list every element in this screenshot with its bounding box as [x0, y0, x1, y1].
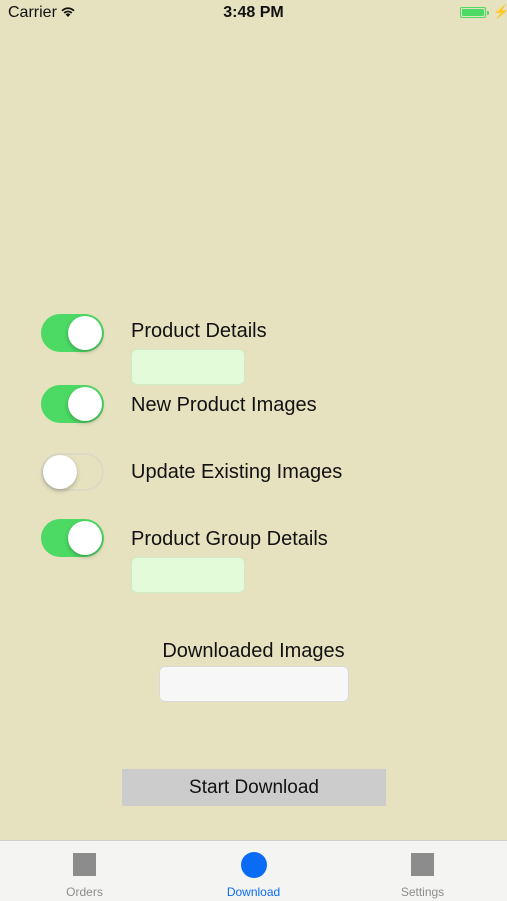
toggle-knob: [68, 521, 102, 555]
toggle-knob: [68, 387, 102, 421]
update-existing-images-toggle[interactable]: [41, 453, 104, 491]
square-icon: [73, 853, 96, 876]
tab-download-label: Download: [226, 885, 281, 899]
downloaded-images-field[interactable]: [159, 666, 349, 702]
charging-bolt-icon: ⚡: [493, 4, 507, 19]
toggle-knob: [43, 455, 77, 489]
battery-icon: [460, 7, 489, 18]
product-group-details-toggle[interactable]: [41, 519, 104, 557]
product-details-field[interactable]: [131, 349, 245, 385]
toggle-knob: [68, 316, 102, 350]
tab-orders-label: Orders: [66, 885, 103, 899]
start-download-button[interactable]: Start Download: [122, 769, 386, 806]
tab-settings-label: Settings: [400, 885, 445, 899]
new-product-images-label: New Product Images: [131, 394, 317, 416]
tab-download[interactable]: Download: [169, 841, 338, 901]
tab-orders[interactable]: Orders: [0, 841, 169, 901]
status-bar: Carrier 3:48 PM ⚡: [0, 0, 507, 28]
square-icon: [411, 853, 434, 876]
product-group-details-field[interactable]: [131, 557, 245, 593]
new-product-images-toggle[interactable]: [41, 385, 104, 423]
tab-settings[interactable]: Settings: [338, 841, 507, 901]
circle-icon: [241, 852, 267, 878]
update-existing-images-label: Update Existing Images: [131, 461, 343, 483]
status-time: 3:48 PM: [223, 4, 284, 21]
product-details-label: Product Details: [131, 320, 267, 342]
downloaded-images-label: Downloaded Images: [162, 640, 345, 662]
product-group-details-label: Product Group Details: [131, 528, 328, 550]
tab-bar: Orders Download Settings: [0, 840, 507, 901]
product-details-toggle[interactable]: [41, 314, 104, 352]
